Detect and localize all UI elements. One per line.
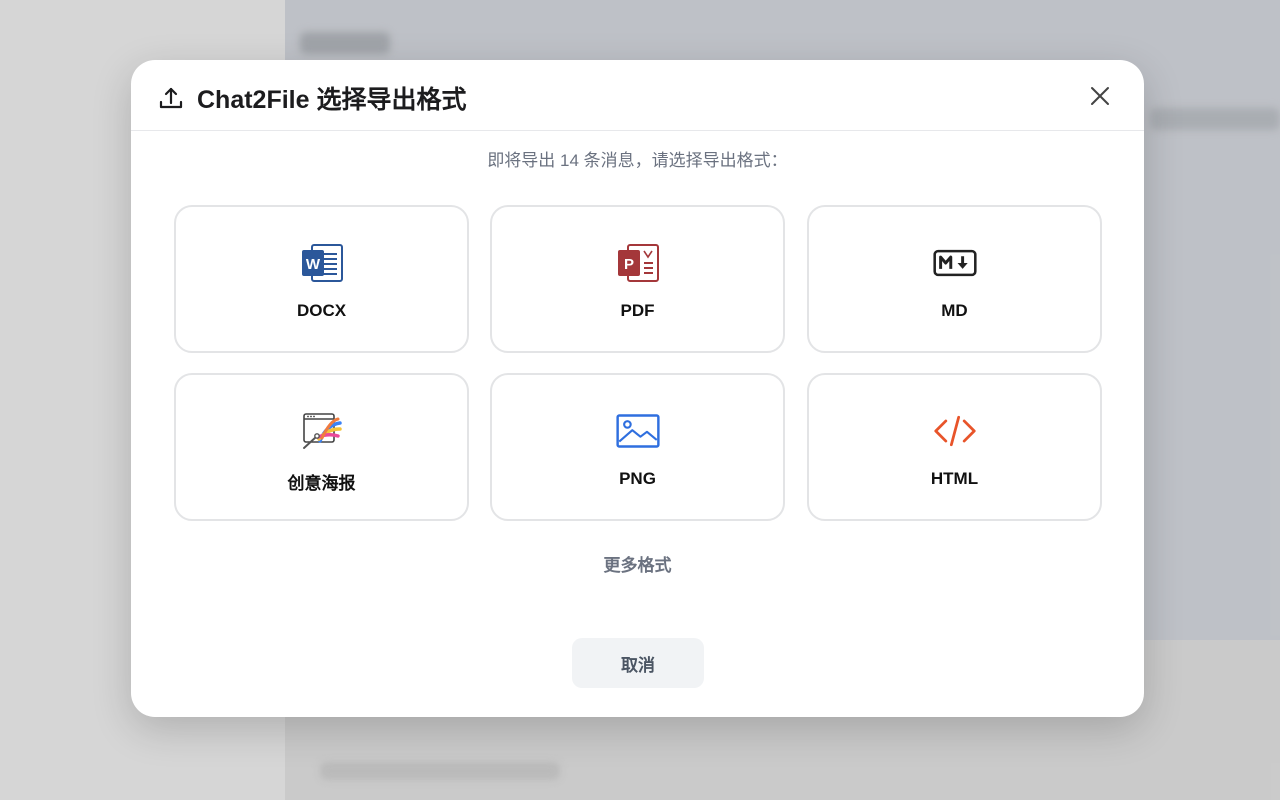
cancel-button[interactable]: 取消 bbox=[572, 638, 704, 688]
format-label: HTML bbox=[930, 469, 979, 488]
markdown-icon bbox=[932, 241, 977, 285]
dialog-title: Chat2File 选择导出格式 bbox=[197, 86, 467, 114]
format-option-png[interactable]: PNG bbox=[490, 373, 785, 521]
format-label: PDF bbox=[620, 301, 655, 320]
pdf-doc-icon: P bbox=[616, 241, 660, 285]
upload-icon bbox=[158, 85, 184, 111]
format-option-html[interactable]: HTML bbox=[807, 373, 1102, 521]
close-button[interactable] bbox=[1086, 84, 1114, 112]
format-option-pdf[interactable]: P PDF bbox=[490, 205, 785, 353]
more-formats-link[interactable]: 更多格式 bbox=[131, 551, 1144, 576]
export-message-count: 即将导出 14 条消息，请选择导出格式： bbox=[487, 151, 788, 170]
word-doc-icon: W bbox=[300, 241, 344, 285]
format-label: DOCX bbox=[296, 301, 347, 320]
format-label: MD bbox=[941, 301, 968, 320]
code-icon bbox=[933, 409, 977, 453]
dialog-header: Chat2File 选择导出格式 bbox=[131, 60, 1144, 131]
close-icon bbox=[1089, 85, 1111, 112]
poster-palette-icon bbox=[300, 409, 344, 453]
format-option-creative-poster[interactable]: 创意海报 bbox=[174, 373, 469, 521]
format-option-md[interactable]: MD bbox=[807, 205, 1102, 353]
format-option-docx[interactable]: W DOCX bbox=[174, 205, 469, 353]
format-label: PNG bbox=[619, 469, 656, 488]
export-format-dialog: Chat2File 选择导出格式 即将导出 14 条消息，请选择导出格式： W … bbox=[131, 60, 1144, 717]
image-icon bbox=[615, 409, 660, 453]
format-label: 创意海报 bbox=[287, 474, 356, 493]
svg-text:W: W bbox=[305, 256, 320, 273]
svg-text:P: P bbox=[623, 256, 633, 273]
